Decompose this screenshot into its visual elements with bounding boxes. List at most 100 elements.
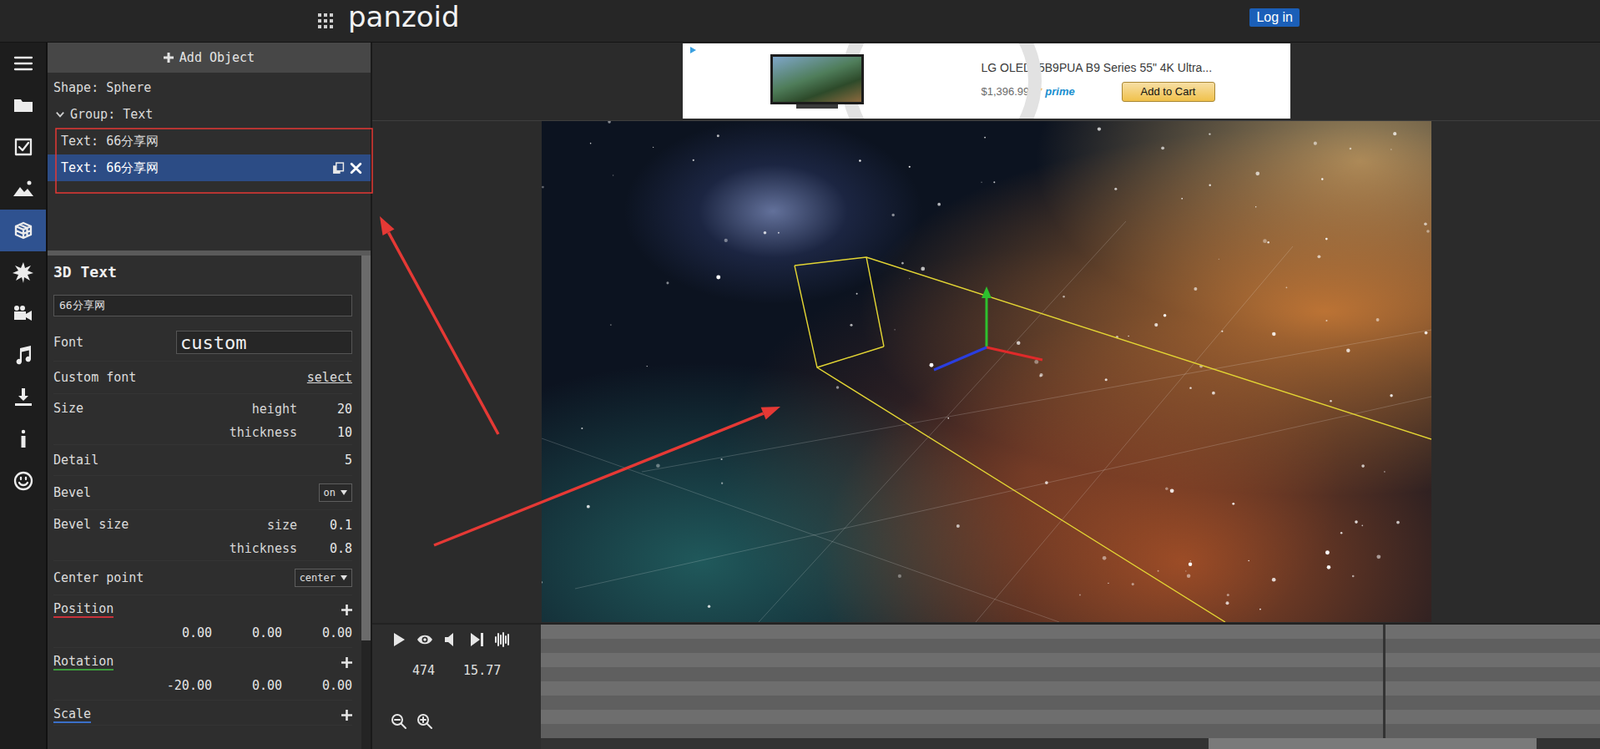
property-row: Custom font select bbox=[53, 361, 353, 394]
ad-banner[interactable]: LG OLED55B9PUA B9 Series 55" 4K Ultra...… bbox=[682, 43, 1291, 119]
vector-header: Scale bbox=[53, 705, 353, 724]
font-field[interactable]: custom bbox=[176, 330, 353, 354]
vector-values: 0.000.000.00 bbox=[53, 618, 353, 647]
number-value[interactable]: 0.1 bbox=[297, 517, 353, 533]
vector-label[interactable]: Position bbox=[53, 600, 114, 618]
eye-icon[interactable] bbox=[416, 630, 434, 648]
rail-item[interactable] bbox=[0, 292, 46, 335]
vector-label[interactable]: Scale bbox=[53, 706, 91, 723]
property-row: Scale bbox=[53, 700, 353, 726]
rail-item[interactable] bbox=[0, 209, 46, 252]
step-forward-icon[interactable] bbox=[468, 630, 485, 648]
logo[interactable]: panzoid bbox=[348, 0, 460, 33]
add-object-button[interactable]: Add Object bbox=[47, 42, 371, 73]
smiley-icon bbox=[11, 469, 36, 493]
ad-price-row: $1,396.99primeAdd to Cart bbox=[981, 81, 1291, 102]
rail-item[interactable] bbox=[0, 418, 46, 460]
ad-choices-icon[interactable] bbox=[688, 45, 697, 55]
panel-scrollbar[interactable] bbox=[361, 255, 371, 749]
waveform-icon[interactable] bbox=[494, 630, 511, 648]
add-keyframe-icon[interactable] bbox=[341, 656, 353, 668]
add-keyframe-icon[interactable] bbox=[341, 709, 353, 721]
tree-row[interactable]: Group: Text bbox=[47, 100, 371, 128]
duplicate-icon[interactable] bbox=[332, 161, 345, 175]
property-label: Custom font bbox=[53, 369, 137, 385]
timeline-scrollbar[interactable] bbox=[540, 737, 1600, 749]
dropdown[interactable]: center bbox=[294, 568, 353, 587]
close-icon[interactable] bbox=[349, 161, 363, 175]
rail-item[interactable] bbox=[0, 334, 46, 377]
tv-product-image[interactable] bbox=[770, 54, 864, 109]
caret-down-icon bbox=[340, 489, 348, 495]
preview-canvas[interactable] bbox=[541, 121, 1432, 622]
chevron-icon[interactable] bbox=[55, 109, 66, 120]
object-panel: Add ObjectShape: SphereGroup: TextText: … bbox=[47, 42, 373, 749]
scrollbar-thumb[interactable] bbox=[361, 255, 371, 641]
rail-item[interactable] bbox=[0, 251, 46, 293]
rail-item[interactable] bbox=[0, 42, 46, 85]
speaker-icon[interactable] bbox=[442, 630, 460, 648]
time-readout: 47415.77 bbox=[390, 662, 541, 678]
tree-row[interactable]: Text: 66分享网 bbox=[47, 154, 371, 182]
tv-stand bbox=[796, 104, 838, 109]
folder-icon bbox=[11, 93, 36, 117]
plus-icon bbox=[163, 52, 174, 63]
timeline-controls: 47415.77 bbox=[372, 624, 541, 749]
tv-screen bbox=[770, 54, 864, 105]
text-input[interactable]: 66分享网 bbox=[53, 294, 353, 317]
tree-row[interactable]: Text: 66分享网 bbox=[47, 127, 371, 155]
number-value[interactable]: 0.00 bbox=[211, 625, 283, 641]
tree-label: Text: 66分享网 bbox=[60, 160, 159, 177]
number-value[interactable]: 0.8 bbox=[297, 540, 353, 556]
timeline-tracks[interactable] bbox=[540, 624, 1600, 749]
rail-item[interactable] bbox=[0, 376, 46, 419]
number-value[interactable]: -20.00 bbox=[141, 677, 212, 693]
rail-item[interactable] bbox=[0, 167, 46, 210]
property-row: Rotation-20.000.000.00 bbox=[53, 647, 353, 701]
arrow-head-icon bbox=[379, 216, 395, 236]
property-label: Center point bbox=[53, 570, 144, 586]
vector-label[interactable]: Rotation bbox=[53, 653, 114, 671]
sub-label: height bbox=[229, 401, 298, 417]
vector-header: Position bbox=[53, 600, 353, 619]
zoom-in-icon[interactable] bbox=[416, 712, 434, 730]
playhead[interactable] bbox=[1382, 624, 1386, 738]
number-value[interactable]: 10 bbox=[297, 424, 353, 440]
rail-item[interactable] bbox=[0, 84, 46, 127]
tree-row[interactable]: Shape: Sphere bbox=[47, 74, 371, 101]
select-font-link[interactable]: select bbox=[307, 369, 353, 385]
music-note-icon bbox=[11, 343, 36, 368]
tree-label: Shape: Sphere bbox=[53, 80, 152, 96]
zoom-buttons bbox=[390, 712, 541, 730]
cube-icon bbox=[11, 218, 36, 243]
caret-down-icon bbox=[340, 575, 348, 581]
ad-title[interactable]: LG OLED55B9PUA B9 Series 55" 4K Ultra... bbox=[981, 60, 1291, 75]
number-value[interactable]: 0.00 bbox=[282, 677, 353, 693]
number-value[interactable]: 0.00 bbox=[282, 625, 353, 641]
add-to-cart-button[interactable]: Add to Cart bbox=[1121, 81, 1216, 102]
apps-grid-icon[interactable] bbox=[317, 13, 334, 29]
dropdown-value: on bbox=[323, 486, 336, 499]
track-lanes[interactable] bbox=[540, 624, 1600, 738]
property-row: Bevel sizesize0.1thickness0.8 bbox=[53, 509, 353, 561]
login-button[interactable]: Log in bbox=[1249, 8, 1300, 27]
panel-splitter[interactable] bbox=[47, 250, 371, 256]
scrollbar-thumb[interactable] bbox=[1208, 737, 1537, 749]
property-label: Size bbox=[53, 397, 84, 419]
arrow-line bbox=[434, 413, 764, 546]
number-value[interactable]: 5 bbox=[344, 452, 353, 468]
dropdown[interactable]: on bbox=[318, 483, 353, 502]
zoom-out-icon[interactable] bbox=[390, 712, 408, 730]
number-value[interactable]: 0.00 bbox=[211, 677, 283, 693]
rail-item[interactable] bbox=[0, 459, 46, 502]
movie-camera-icon bbox=[11, 302, 36, 326]
rail-item[interactable] bbox=[0, 126, 46, 168]
add-keyframe-icon[interactable] bbox=[341, 604, 353, 616]
burst-icon bbox=[11, 260, 36, 284]
ad-row: LG OLED55B9PUA B9 Series 55" 4K Ultra...… bbox=[372, 42, 1600, 122]
number-value[interactable]: 0.00 bbox=[141, 625, 212, 641]
info-icon bbox=[11, 427, 36, 451]
object-tree: Shape: SphereGroup: TextText: 66分享网Text:… bbox=[47, 72, 371, 251]
play-icon[interactable] bbox=[390, 630, 408, 648]
number-value[interactable]: 20 bbox=[297, 401, 353, 417]
